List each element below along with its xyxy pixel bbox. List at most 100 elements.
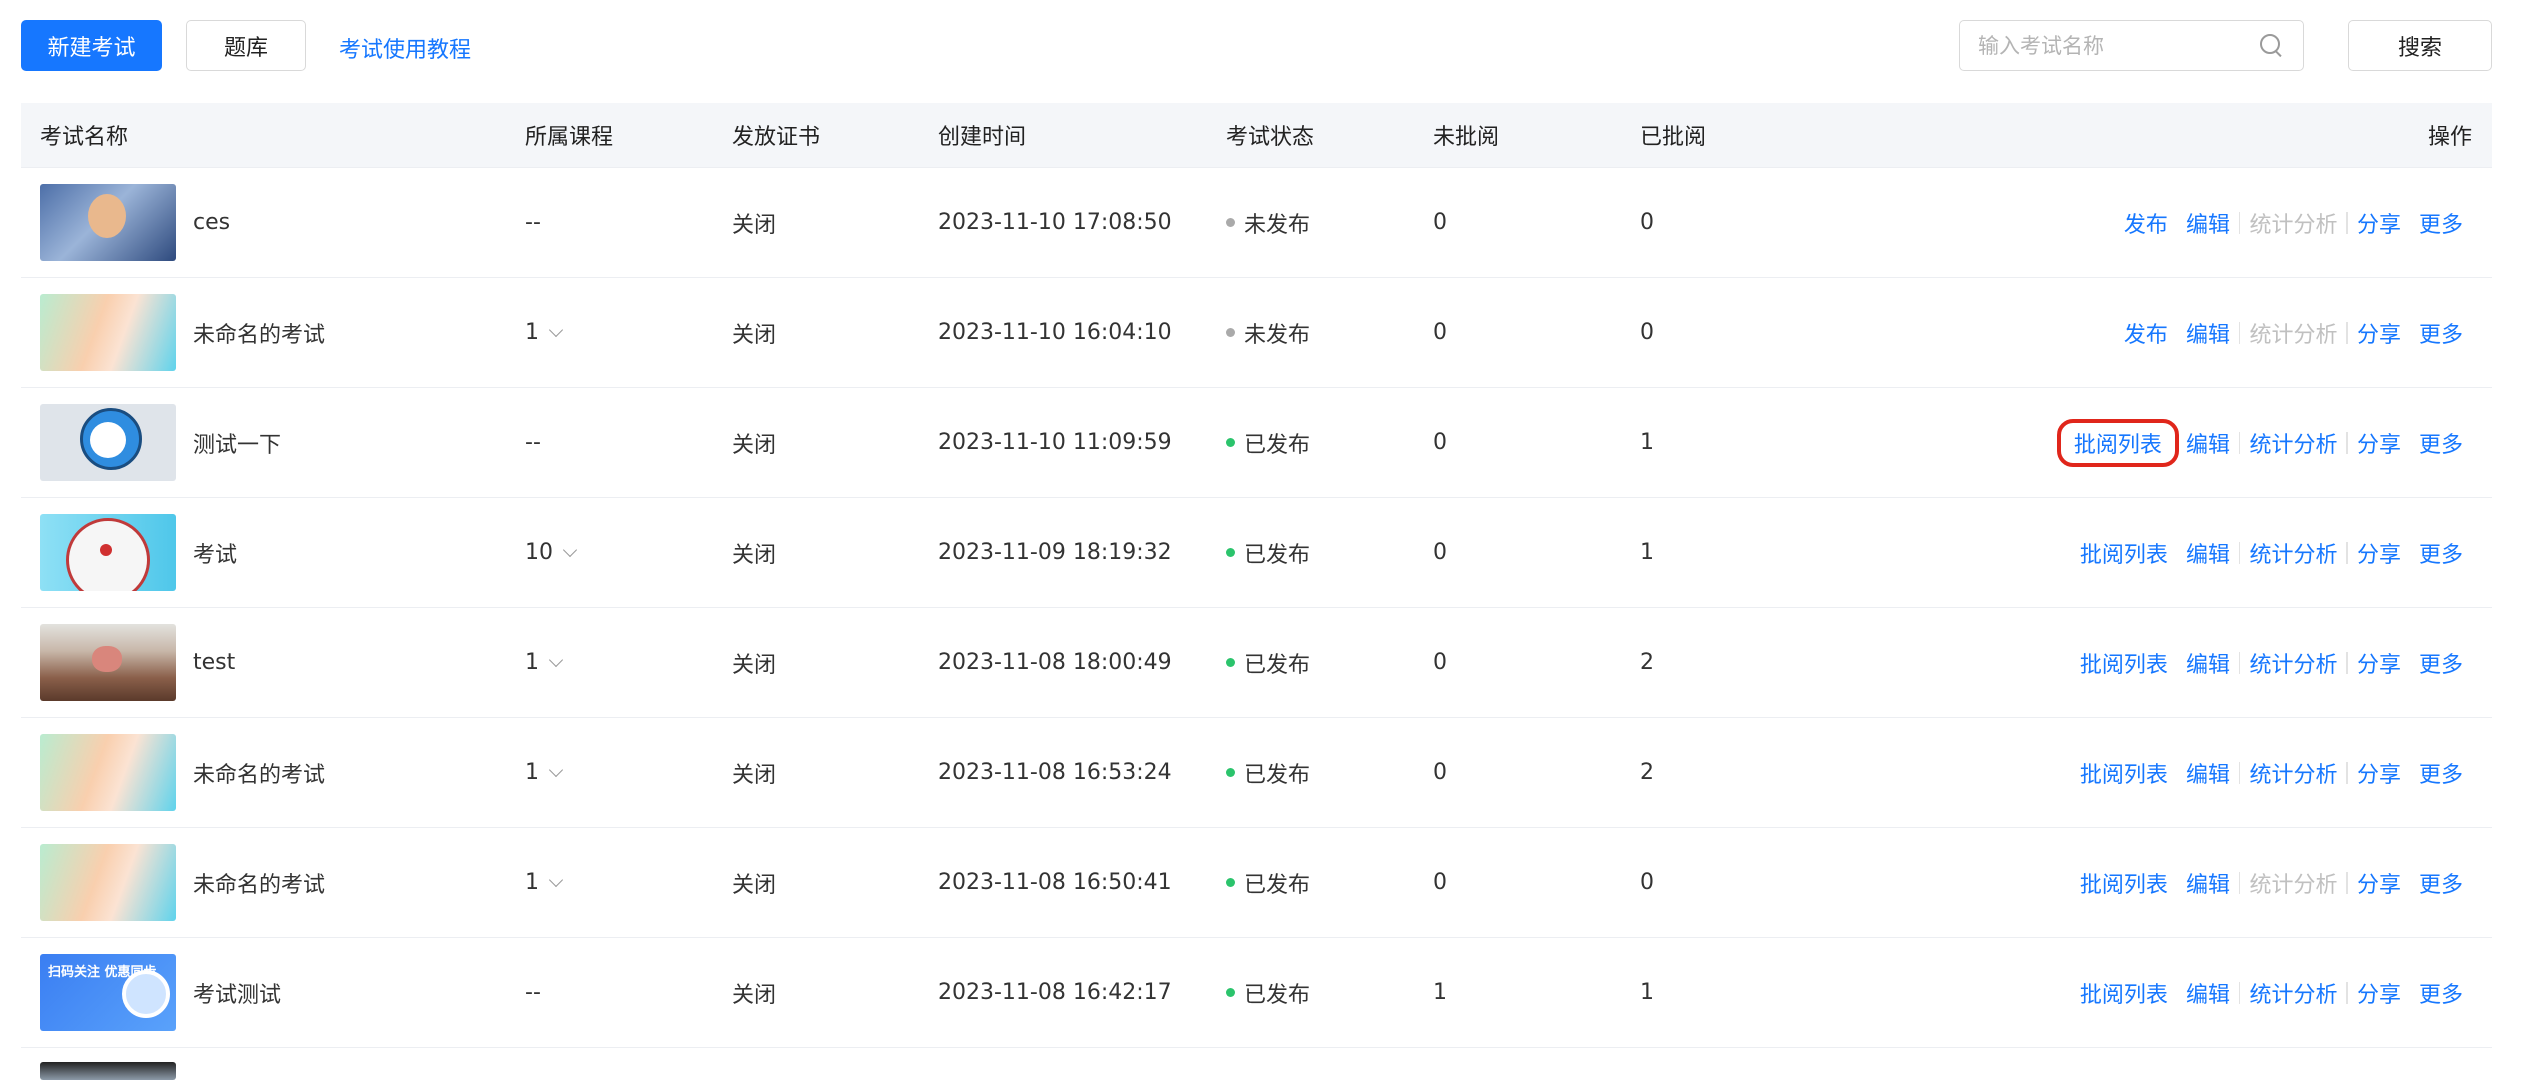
course-cell[interactable]: 1: [525, 650, 732, 675]
more-action[interactable]: 更多: [2410, 647, 2472, 679]
course-cell[interactable]: 1: [525, 320, 732, 345]
status-dot-icon: [1226, 658, 1235, 667]
status-dot-icon: [1226, 218, 1235, 227]
status-cell: 未发布: [1226, 317, 1433, 349]
table-row[interactable]: 测试一下 -- 关闭 2023-11-10 11:09:59 已发布 0 1 批阅列表 编辑 统计…: [21, 388, 2492, 498]
more-action[interactable]: 更多: [2410, 867, 2472, 899]
edit-action[interactable]: 编辑: [2177, 317, 2239, 349]
share-action[interactable]: 分享: [2348, 867, 2410, 899]
chevron-down-icon[interactable]: [548, 872, 564, 887]
exam-name[interactable]: test: [193, 650, 235, 675]
table-row[interactable]: 未命名的考试 1 关闭 2023-11-10 16:04:10 未发布 0 0 发布 编辑 统计分…: [21, 278, 2492, 388]
edit-action[interactable]: 编辑: [2177, 867, 2239, 899]
share-action[interactable]: 分享: [2348, 427, 2410, 459]
exam-thumbnail[interactable]: [40, 624, 176, 701]
exam-name[interactable]: 测试一下: [193, 427, 281, 459]
exam-thumbnail[interactable]: [40, 844, 176, 921]
more-action[interactable]: 更多: [2410, 977, 2472, 1009]
share-action[interactable]: 分享: [2348, 537, 2410, 569]
actions-cell: 批阅列表 编辑 统计分析 分享 更多: [1847, 977, 2492, 1009]
publish-action[interactable]: 发布: [2115, 207, 2177, 239]
unreviewed-count: 1: [1433, 980, 1447, 1005]
review-list-action[interactable]: 批阅列表: [2071, 867, 2177, 899]
exam-thumbnail[interactable]: [40, 514, 176, 591]
more-action[interactable]: 更多: [2410, 427, 2472, 459]
more-action[interactable]: 更多: [2410, 207, 2472, 239]
more-action[interactable]: 更多: [2410, 537, 2472, 569]
review-list-action[interactable]: 批阅列表: [2056, 418, 2179, 467]
new-exam-button[interactable]: 新建考试: [21, 20, 162, 71]
review-list-action[interactable]: 批阅列表: [2071, 537, 2177, 569]
table-row[interactable]: ces -- 关闭 2023-11-10 17:08:50 未发布 0 0 发布 编辑 统计分析分…: [21, 168, 2492, 278]
partial-row-thumbnail: [40, 1062, 176, 1080]
exam-name[interactable]: 考试: [193, 537, 237, 569]
course-cell[interactable]: 1: [525, 760, 732, 785]
search-button[interactable]: 搜索: [2348, 20, 2492, 71]
reviewed-count: 1: [1640, 980, 1654, 1005]
more-action[interactable]: 更多: [2410, 317, 2472, 349]
table-row[interactable]: 扫码关注 优惠同步 考试测试 -- 关闭 2023-11-08 16:42:17 已发布 1…: [21, 938, 2492, 1048]
created-time-cell: 2023-11-10 11:09:59: [938, 430, 1172, 455]
statistics-action[interactable]: 统计分析: [2240, 427, 2346, 459]
edit-action[interactable]: 编辑: [2177, 537, 2239, 569]
certificate-cell: 关闭: [732, 542, 777, 568]
actions-cell: 批阅列表 编辑 统计分析 分享 更多: [1847, 537, 2492, 569]
edit-action[interactable]: 编辑: [2177, 757, 2239, 789]
edit-action[interactable]: 编辑: [2177, 977, 2239, 1009]
exam-thumbnail[interactable]: [40, 184, 176, 261]
reviewed-count: 1: [1640, 430, 1654, 455]
review-list-action[interactable]: 批阅列表: [2071, 757, 2177, 789]
exam-name[interactable]: 未命名的考试: [193, 867, 325, 899]
exam-name[interactable]: 考试测试: [193, 977, 281, 1009]
statistics-action[interactable]: 统计分析: [2240, 977, 2346, 1009]
chevron-down-icon[interactable]: [548, 762, 564, 777]
exam-name[interactable]: ces: [193, 210, 230, 235]
statistics-action[interactable]: 统计分析: [2240, 537, 2346, 569]
exam-name[interactable]: 未命名的考试: [193, 317, 325, 349]
search-icon[interactable]: [2259, 33, 2285, 59]
exam-name[interactable]: 未命名的考试: [193, 757, 325, 789]
exam-tutorial-link[interactable]: 考试使用教程: [339, 32, 471, 64]
status-dot-icon: [1226, 548, 1235, 557]
chevron-down-icon[interactable]: [562, 542, 578, 557]
share-action[interactable]: 分享: [2348, 207, 2410, 239]
table-row[interactable]: 未命名的考试 1 关闭 2023-11-08 16:50:41 已发布 0 0 批阅列表 编辑统…: [21, 828, 2492, 938]
chevron-down-icon[interactable]: [548, 652, 564, 667]
exam-thumbnail[interactable]: 扫码关注 优惠同步: [40, 954, 176, 1031]
exam-table: 考试名称 所属课程 发放证书 创建时间 考试状态 未批阅 已批阅 操作 ces -…: [21, 103, 2492, 1048]
table-row[interactable]: test 1 关闭 2023-11-08 18:00:49 已发布 0 2 批阅列表 编辑 统计分…: [21, 608, 2492, 718]
header-certificate: 发放证书: [732, 125, 821, 150]
share-action[interactable]: 分享: [2348, 647, 2410, 679]
more-action[interactable]: 更多: [2410, 757, 2472, 789]
course-cell[interactable]: 1: [525, 870, 732, 895]
edit-action[interactable]: 编辑: [2177, 427, 2239, 459]
reviewed-count: 1: [1640, 540, 1654, 565]
table-row[interactable]: 未命名的考试 1 关闭 2023-11-08 16:53:24 已发布 0 2 批阅列表 编辑统…: [21, 718, 2492, 828]
edit-action[interactable]: 编辑: [2177, 207, 2239, 239]
share-action[interactable]: 分享: [2348, 977, 2410, 1009]
edit-action[interactable]: 编辑: [2177, 647, 2239, 679]
review-list-action[interactable]: 批阅列表: [2071, 977, 2177, 1009]
review-list-action[interactable]: 批阅列表: [2071, 647, 2177, 679]
publish-action[interactable]: 发布: [2115, 317, 2177, 349]
exam-thumbnail[interactable]: [40, 734, 176, 811]
exam-thumbnail[interactable]: [40, 404, 176, 481]
course-cell[interactable]: 10: [525, 540, 732, 565]
question-bank-button[interactable]: 题库: [186, 20, 306, 71]
exam-name-search-input[interactable]: [1978, 33, 2259, 58]
unreviewed-count: 0: [1433, 540, 1447, 565]
unreviewed-count: 0: [1433, 870, 1447, 895]
status-cell: 未发布: [1226, 207, 1433, 239]
share-action[interactable]: 分享: [2348, 757, 2410, 789]
statistics-action[interactable]: 统计分析: [2240, 647, 2346, 679]
chevron-down-icon[interactable]: [548, 322, 564, 337]
certificate-cell: 关闭: [732, 762, 777, 788]
actions-cell: 发布 编辑 统计分析 分享 更多: [1847, 207, 2492, 239]
exam-thumbnail[interactable]: [40, 294, 176, 371]
status-label: 已发布: [1244, 652, 1311, 678]
share-action[interactable]: 分享: [2348, 317, 2410, 349]
table-header: 考试名称 所属课程 发放证书 创建时间 考试状态 未批阅 已批阅 操作: [21, 103, 2492, 168]
table-row[interactable]: 考试 10 关闭 2023-11-09 18:19:32 已发布 0 1 批阅列表 编辑 统计分析…: [21, 498, 2492, 608]
statistics-action[interactable]: 统计分析: [2240, 757, 2346, 789]
created-time-cell: 2023-11-10 17:08:50: [938, 210, 1172, 235]
